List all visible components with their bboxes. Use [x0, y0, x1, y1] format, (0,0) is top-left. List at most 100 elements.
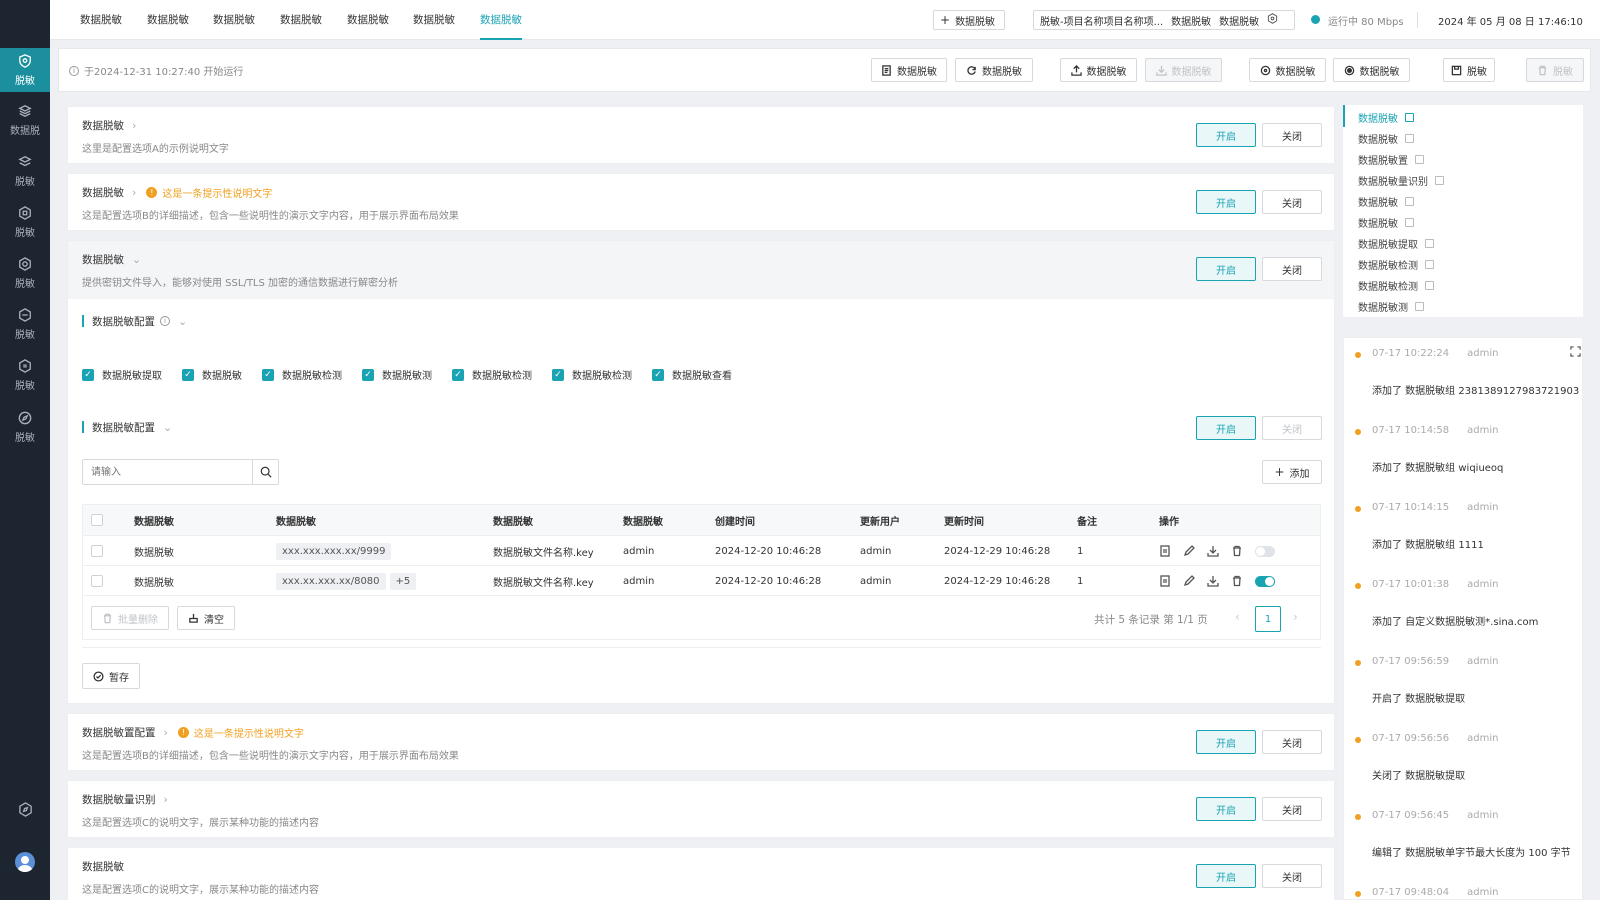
disable-button[interactable]: 关闭 — [1262, 864, 1322, 888]
record-icon — [1344, 65, 1354, 75]
disable-button[interactable]: 关闭 — [1262, 730, 1322, 754]
status-text: 运行中 80 Mbps — [1328, 17, 1404, 28]
toolbar-button-3[interactable]: 数据脱敏 — [1145, 58, 1222, 82]
tab-4[interactable]: 数据脱敏 — [347, 0, 389, 40]
checkbox-3[interactable]: ✓ 数据脱敏测 — [362, 367, 432, 382]
checkbox-2[interactable]: ✓ 数据脱敏检测 — [262, 367, 342, 382]
page-number[interactable]: 1 — [1255, 606, 1281, 632]
checkbox-4[interactable]: ✓ 数据脱敏检测 — [452, 367, 532, 382]
sidebar-item-5[interactable]: 脱敏 — [0, 302, 50, 346]
project-selector[interactable]: 脱敏-项目名称项目名称项... 数据脱敏 数据脱敏 — [1033, 10, 1295, 30]
help-icon[interactable] — [0, 802, 50, 817]
gear-icon — [1267, 13, 1278, 27]
toolbar-button-7[interactable]: 脱敏 — [1526, 58, 1584, 82]
more-tag[interactable]: +5 — [389, 572, 417, 590]
tab-5[interactable]: 数据脱敏 — [413, 0, 455, 40]
check-icon: ✓ — [82, 368, 94, 381]
anchor-item-6[interactable]: 数据脱敏提取 — [1358, 236, 1434, 251]
anchor-item-2[interactable]: 数据脱敏置 — [1358, 152, 1424, 167]
chevron-down-icon[interactable]: ⌄ — [178, 315, 187, 328]
anchor-item-9[interactable]: 数据脱敏测 — [1358, 299, 1424, 314]
anchor-item-5[interactable]: 数据脱敏 — [1358, 215, 1414, 230]
tab-6[interactable]: 数据脱敏 — [480, 0, 522, 40]
external-link-icon — [1425, 260, 1434, 269]
add-row-button[interactable]: + 添加 — [1262, 460, 1322, 484]
row-checkbox[interactable] — [91, 545, 103, 557]
disable-button[interactable]: 关闭 — [1262, 190, 1322, 214]
clear-button[interactable]: 清空 — [177, 606, 235, 630]
sidebar-item-label: 脱敏 — [15, 330, 35, 341]
row-checkbox[interactable] — [91, 575, 103, 587]
setting-row-2-expanded: 数据脱敏 ⌄ 提供密钥文件导入，能够对使用 SSL/TLS 加密的通信数据进行解密… — [67, 240, 1335, 704]
view-icon[interactable] — [1159, 545, 1171, 557]
batch-delete-button[interactable]: 批量删除 — [91, 606, 169, 630]
sidebar-item-4[interactable]: 脱敏 — [0, 251, 50, 295]
toolbar-button-6[interactable]: 脱敏 — [1443, 58, 1495, 82]
enable-button[interactable]: 开启 — [1196, 190, 1256, 214]
setting-title: 数据脱敏 › — [82, 119, 137, 132]
download-icon[interactable] — [1207, 545, 1219, 557]
download-icon[interactable] — [1207, 575, 1219, 587]
tab-2[interactable]: 数据脱敏 — [213, 0, 255, 40]
select-all-checkbox[interactable] — [91, 514, 103, 526]
enable-button[interactable]: 开启 — [1196, 864, 1256, 888]
enable-button[interactable]: 开启 — [1196, 730, 1256, 754]
toolbar-button-1[interactable]: 数据脱敏 — [955, 58, 1033, 82]
search-icon[interactable] — [252, 460, 278, 484]
disable-button[interactable]: 关闭 — [1262, 123, 1322, 147]
anchor-item-8[interactable]: 数据脱敏检测 — [1358, 278, 1434, 293]
delete-icon[interactable] — [1231, 545, 1243, 557]
view-icon[interactable] — [1159, 575, 1171, 587]
table-row[interactable]: 数据脱敏 xxx.xxx.xxx.xx/9999 数据脱敏文件名称.key ad… — [83, 535, 1320, 565]
toolbar-button-2[interactable]: 数据脱敏 — [1060, 58, 1137, 82]
row-toggle[interactable] — [1255, 545, 1275, 557]
sidebar-item-0[interactable]: 脱敏 — [0, 48, 50, 92]
checkbox-6[interactable]: ✓ 数据脱敏查看 — [652, 367, 732, 382]
row-toggle[interactable] — [1255, 575, 1275, 587]
disable-button[interactable]: 关闭 — [1262, 797, 1322, 821]
enable-button[interactable]: 开启 — [1196, 257, 1256, 281]
chevron-right-icon: › — [132, 119, 137, 132]
config-enable-button[interactable]: 开启 — [1196, 416, 1256, 440]
edit-icon[interactable] — [1183, 545, 1195, 557]
edit-icon[interactable] — [1183, 575, 1195, 587]
config-disable-button[interactable]: 关闭 — [1262, 416, 1322, 440]
anchor-item-1[interactable]: 数据脱敏 — [1358, 131, 1414, 146]
sidebar-item-7[interactable]: 脱敏 — [0, 405, 50, 449]
search-input[interactable] — [83, 460, 252, 484]
table-header: 数据脱敏 数据脱敏 数据脱敏 数据脱敏 创建时间 更新用户 更新时间 备注 操作 — [83, 505, 1320, 535]
save-draft-button[interactable]: 暂存 — [82, 663, 140, 689]
sidebar-item-6[interactable]: 脱敏 — [0, 353, 50, 397]
anchor-item-3[interactable]: 数据脱敏量识别 — [1358, 173, 1444, 188]
anchor-item-0[interactable]: 数据脱敏 — [1358, 110, 1414, 125]
next-page-icon[interactable]: › — [1293, 610, 1298, 624]
sidebar-item-1[interactable]: 数据脱 — [0, 98, 50, 142]
plus-icon: + — [940, 13, 951, 27]
chevron-down-icon[interactable]: ⌄ — [163, 421, 172, 434]
avatar[interactable] — [0, 852, 50, 872]
prev-page-icon[interactable]: ‹ — [1235, 610, 1240, 624]
add-button[interactable]: + 数据脱敏 — [933, 10, 1005, 30]
checkbox-1[interactable]: ✓ 数据脱敏 — [182, 367, 242, 382]
tab-0[interactable]: 数据脱敏 — [80, 0, 122, 40]
timeline-dot — [1355, 891, 1361, 897]
disable-button[interactable]: 关闭 — [1262, 257, 1322, 281]
checkbox-5[interactable]: ✓ 数据脱敏检测 — [552, 367, 632, 382]
expand-icon[interactable] — [1570, 346, 1581, 360]
tab-1[interactable]: 数据脱敏 — [147, 0, 189, 40]
sidebar-item-2[interactable]: 脱敏 — [0, 149, 50, 193]
timeline-dot — [1355, 583, 1361, 589]
enable-button[interactable]: 开启 — [1196, 123, 1256, 147]
sidebar-item-3[interactable]: 脱敏 — [0, 200, 50, 244]
delete-icon[interactable] — [1231, 575, 1243, 587]
toolbar-button-4[interactable]: 数据脱敏 — [1249, 58, 1326, 82]
anchor-item-7[interactable]: 数据脱敏检测 — [1358, 257, 1434, 272]
tab-3[interactable]: 数据脱敏 — [280, 0, 322, 40]
enable-button[interactable]: 开启 — [1196, 797, 1256, 821]
toolbar-button-5[interactable]: 数据脱敏 — [1333, 58, 1410, 82]
checkbox-0[interactable]: ✓ 数据脱敏提取 — [82, 367, 162, 382]
toolbar-button-0[interactable]: 数据脱敏 — [871, 58, 947, 82]
table-row[interactable]: 数据脱敏 xxx.xx.xxx.xx/8080 +5 数据脱敏文件名称.key … — [83, 565, 1320, 595]
anchor-item-4[interactable]: 数据脱敏 — [1358, 194, 1414, 209]
sidebar-item-label: 脱敏 — [15, 76, 35, 87]
